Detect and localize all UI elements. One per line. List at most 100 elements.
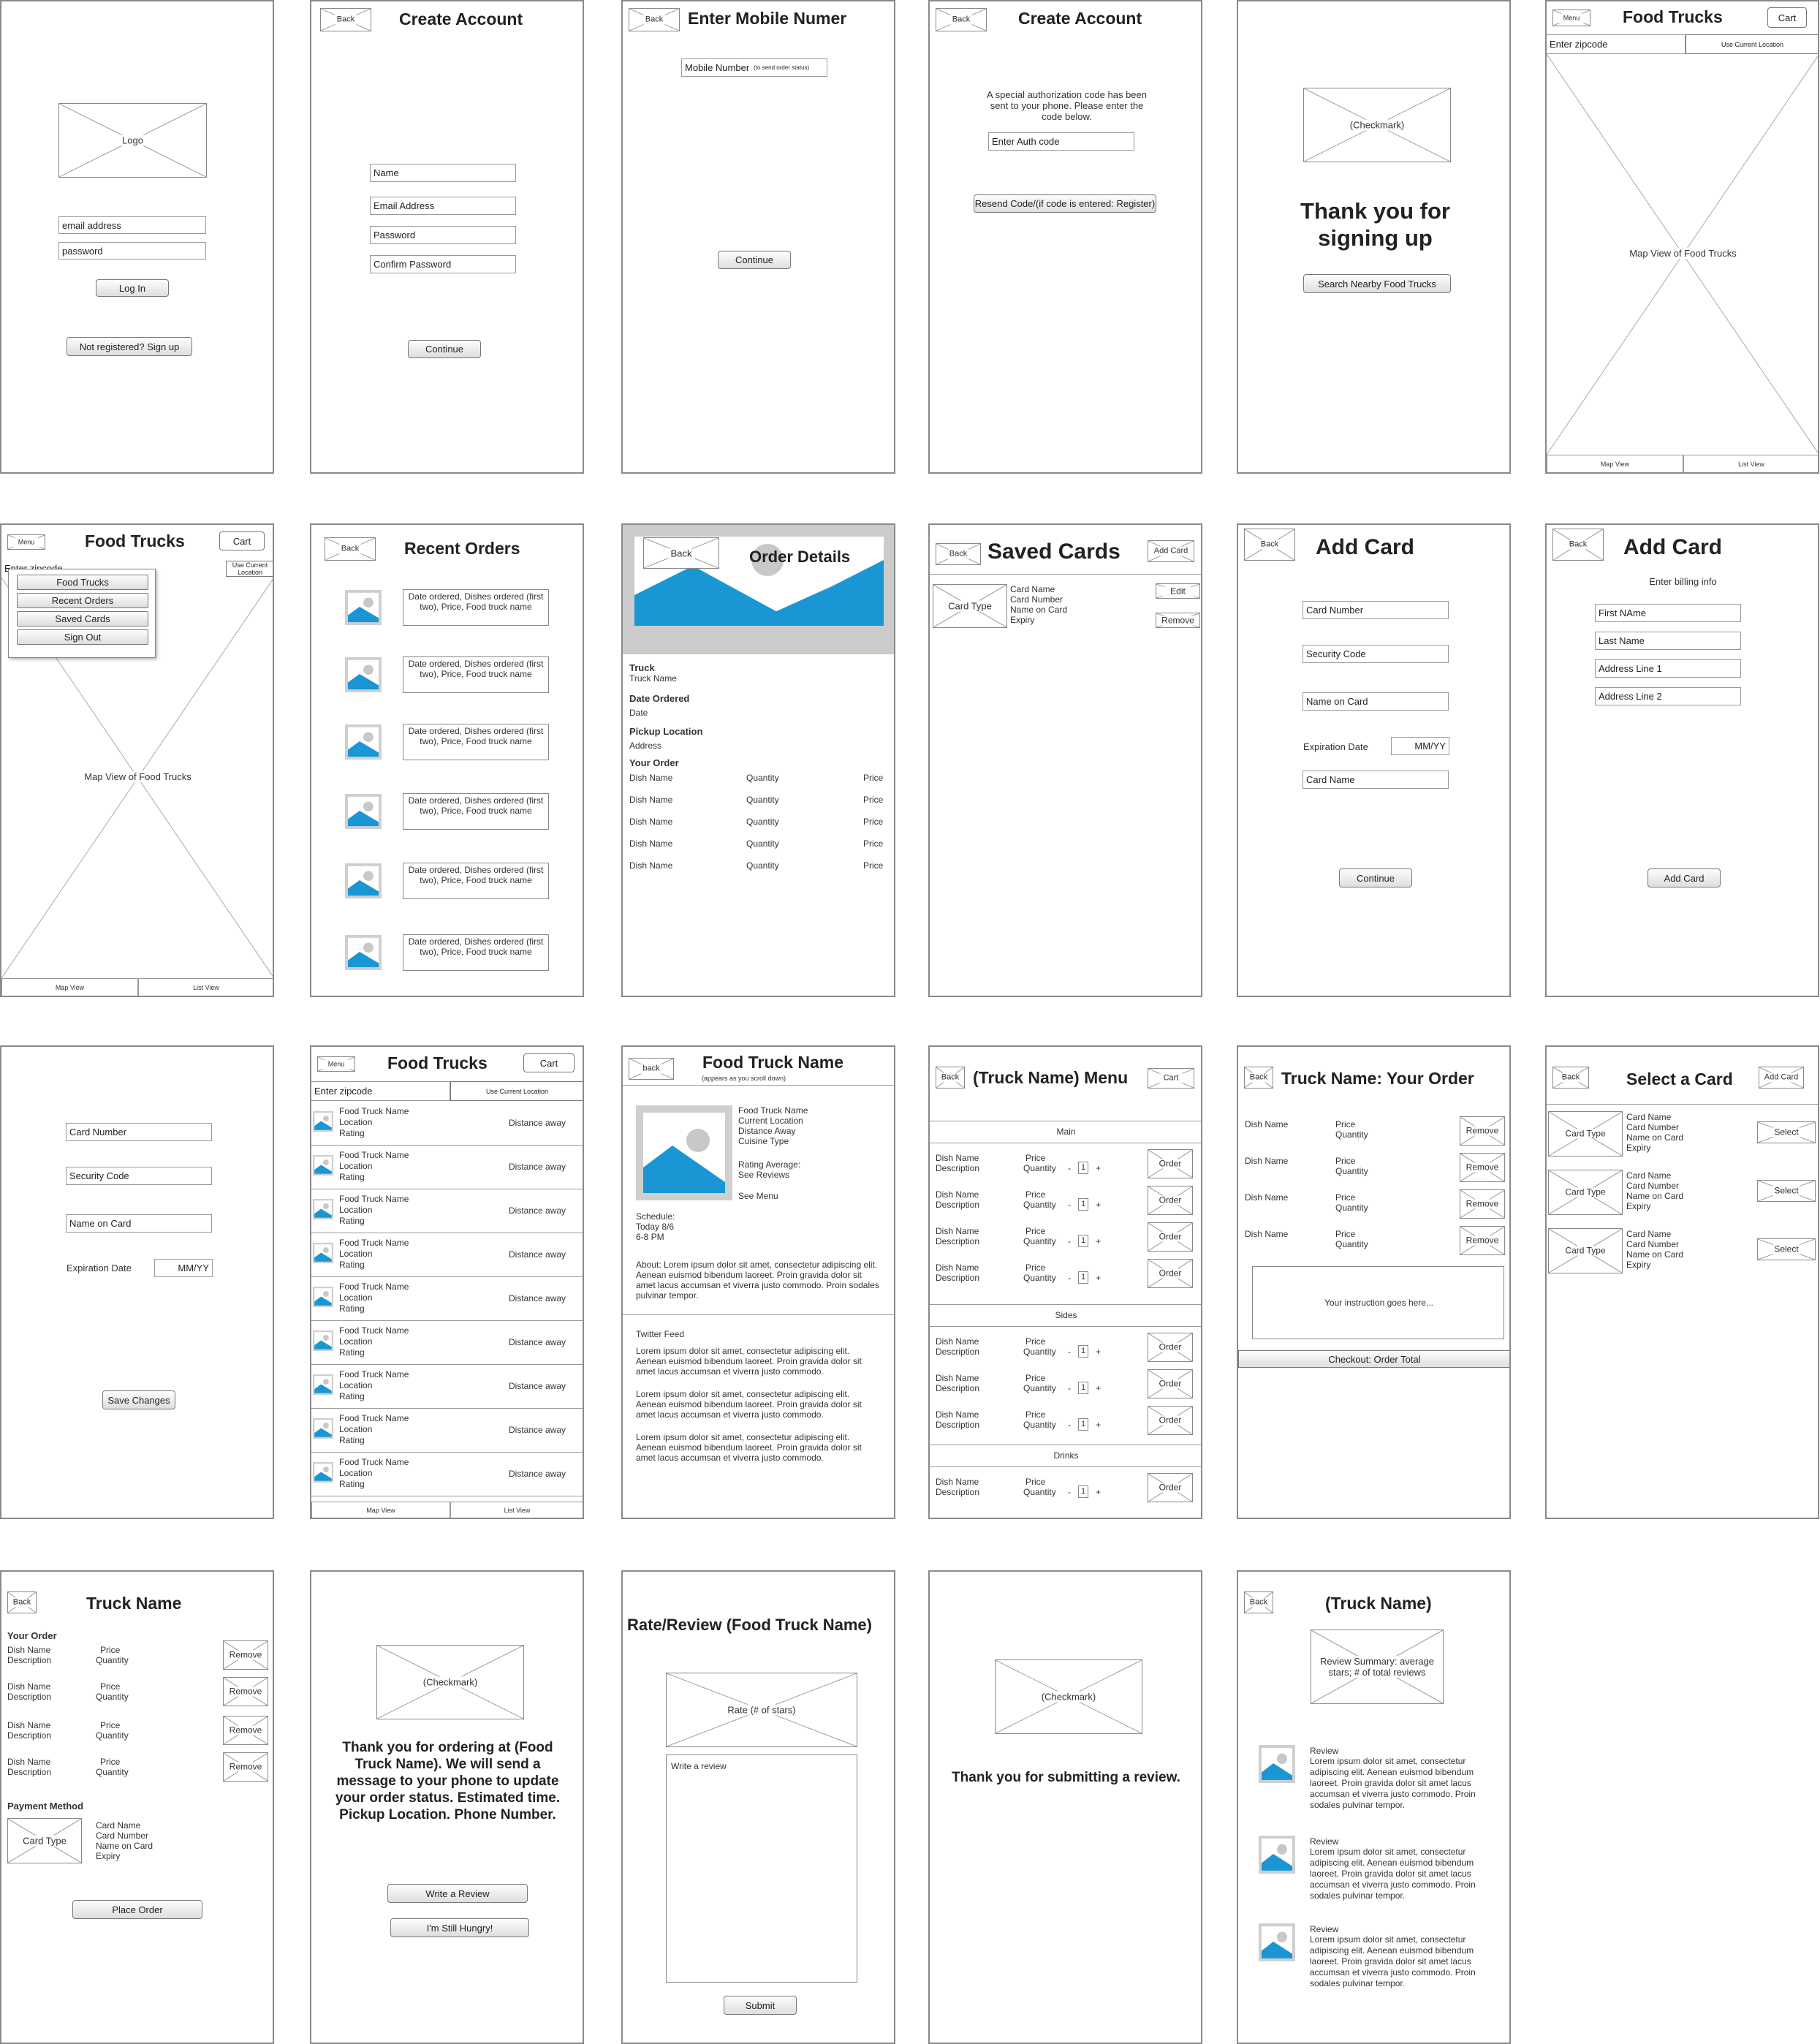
login-button[interactable]: Log In <box>96 279 169 297</box>
remove-button[interactable]: Remove <box>223 1677 268 1706</box>
minus-button[interactable]: - <box>1068 1200 1071 1211</box>
address-line-2-input[interactable]: Address Line 2 <box>1595 687 1741 705</box>
remove-button[interactable]: Remove <box>1460 1226 1505 1255</box>
zipcode-input[interactable]: Enter zipcode <box>1547 34 1686 54</box>
plus-button[interactable]: + <box>1096 1487 1101 1498</box>
quantity-input[interactable]: 1 <box>1078 1382 1088 1394</box>
tab-list-view[interactable]: List View <box>138 978 273 996</box>
plus-button[interactable]: + <box>1096 1273 1101 1284</box>
back-button[interactable]: Back <box>936 543 981 565</box>
order-button[interactable]: Order <box>1148 1186 1193 1215</box>
see-reviews-link[interactable]: See Reviews <box>738 1170 789 1181</box>
continue-button[interactable]: Continue <box>1339 868 1412 887</box>
last-name-input[interactable]: Last Name <box>1595 632 1741 650</box>
email-input[interactable]: email address <box>58 216 206 234</box>
edit-card-button[interactable]: Edit <box>1156 583 1200 599</box>
order-button[interactable]: Order <box>1148 1369 1193 1398</box>
back-button[interactable]: back <box>629 1058 674 1080</box>
menu-button[interactable]: Menu <box>1552 10 1590 26</box>
confirm-password-input[interactable]: Confirm Password <box>370 255 516 273</box>
cart-button[interactable]: Cart <box>219 531 265 550</box>
truck-item[interactable]: Food Truck Name Location Rating <box>339 1325 409 1358</box>
use-location-button[interactable]: Use Current Location <box>450 1081 583 1101</box>
truck-item[interactable]: Food Truck Name Location Rating <box>339 1238 409 1271</box>
back-button[interactable]: Back <box>1244 529 1295 561</box>
truck-item[interactable]: Food Truck Name Location Rating <box>339 1150 409 1183</box>
back-button[interactable]: Back <box>320 8 371 31</box>
minus-button[interactable]: - <box>1068 1236 1071 1247</box>
quantity-input[interactable]: 1 <box>1078 1162 1088 1174</box>
order-button[interactable]: Order <box>1148 1333 1193 1362</box>
add-card-button[interactable]: Add Card <box>1148 540 1194 562</box>
security-code-input[interactable]: Security Code <box>1303 645 1449 663</box>
minus-button[interactable]: - <box>1068 1163 1071 1174</box>
minus-button[interactable]: - <box>1068 1487 1071 1498</box>
back-button[interactable]: Back <box>1552 529 1604 561</box>
back-button[interactable]: Back <box>1244 1067 1273 1089</box>
truck-item[interactable]: Food Truck Name Location Rating <box>339 1413 409 1446</box>
quantity-input[interactable]: 1 <box>1078 1271 1088 1284</box>
plus-button[interactable]: + <box>1096 1236 1101 1247</box>
remove-button[interactable]: Remove <box>223 1640 268 1670</box>
name-on-card-input[interactable]: Name on Card <box>66 1214 212 1233</box>
card-type-image[interactable]: Card Type <box>1548 1170 1623 1215</box>
expiration-input[interactable]: MM/YY <box>154 1259 213 1277</box>
minus-button[interactable]: - <box>1068 1420 1071 1431</box>
map-view[interactable]: Map View of Food Trucks <box>1547 54 1818 455</box>
cart-button[interactable]: Cart <box>1767 7 1807 28</box>
quantity-input[interactable]: 1 <box>1078 1345 1088 1358</box>
save-changes-button[interactable]: Save Changes <box>102 1390 175 1409</box>
tab-map-view[interactable]: Map View <box>311 1502 450 1518</box>
mobile-number-input[interactable]: Mobile Number (to send order status) <box>681 58 827 77</box>
remove-button[interactable]: Remove <box>1460 1116 1505 1146</box>
instructions-input[interactable]: Your instruction goes here... <box>1252 1266 1504 1339</box>
menu-button[interactable]: Menu <box>317 1056 355 1072</box>
menu-item-food-trucks[interactable]: Food Trucks <box>17 575 148 590</box>
expiration-input[interactable]: MM/YY <box>1391 737 1449 755</box>
back-button[interactable]: Back <box>936 1067 965 1089</box>
order-summary[interactable]: Date ordered, Dishes ordered (first two)… <box>403 863 549 899</box>
password-input[interactable]: Password <box>370 226 516 244</box>
use-location-button[interactable]: Use Current Location <box>1686 34 1818 54</box>
select-card-button[interactable]: Select <box>1757 1180 1816 1202</box>
card-type-image[interactable]: Card Type <box>1548 1228 1623 1273</box>
add-card-button[interactable]: Add Card <box>1648 868 1721 887</box>
remove-button[interactable]: Remove <box>223 1716 268 1745</box>
order-button[interactable]: Order <box>1148 1222 1193 1252</box>
card-name-input[interactable]: Card Name <box>1303 771 1449 789</box>
tab-list-view[interactable]: List View <box>1683 455 1818 472</box>
minus-button[interactable]: - <box>1068 1383 1071 1394</box>
back-button[interactable]: Back <box>629 8 680 31</box>
card-number-input[interactable]: Card Number <box>66 1123 212 1141</box>
quantity-input[interactable]: 1 <box>1078 1418 1088 1431</box>
zipcode-input[interactable]: Enter zipcode <box>311 1081 450 1101</box>
truck-item[interactable]: Food Truck Name Location Rating <box>339 1369 409 1402</box>
menu-button[interactable]: Menu <box>7 534 45 550</box>
place-order-button[interactable]: Place Order <box>72 1900 202 1919</box>
order-summary[interactable]: Date ordered, Dishes ordered (first two)… <box>403 793 549 830</box>
quantity-input[interactable]: 1 <box>1078 1235 1088 1247</box>
back-button[interactable]: Back <box>325 537 376 561</box>
truck-item[interactable]: Food Truck Name Location Rating <box>339 1194 409 1227</box>
quantity-input[interactable]: 1 <box>1078 1485 1088 1498</box>
back-button[interactable]: Back <box>936 8 987 31</box>
search-nearby-button[interactable]: Search Nearby Food Trucks <box>1303 274 1451 293</box>
continue-button[interactable]: Continue <box>718 251 791 269</box>
use-location-button[interactable]: Use Current Location <box>226 561 273 577</box>
add-card-button[interactable]: Add Card <box>1759 1067 1804 1089</box>
order-summary[interactable]: Date ordered, Dishes ordered (first two)… <box>403 656 549 693</box>
select-card-button[interactable]: Select <box>1757 1238 1816 1260</box>
cart-button[interactable]: Cart <box>1148 1068 1194 1089</box>
signup-button[interactable]: Not registered? Sign up <box>67 337 192 356</box>
tab-map-view[interactable]: Map View <box>1547 455 1683 472</box>
continue-button[interactable]: Continue <box>408 340 481 358</box>
remove-card-button[interactable]: Remove <box>1156 613 1200 628</box>
card-type-image[interactable]: Card Type <box>1548 1111 1623 1157</box>
tab-list-view[interactable]: List View <box>450 1502 583 1518</box>
truck-item[interactable]: Food Truck Name Location Rating <box>339 1457 409 1490</box>
plus-button[interactable]: + <box>1096 1163 1101 1174</box>
order-button[interactable]: Order <box>1148 1149 1193 1178</box>
order-button[interactable]: Order <box>1148 1406 1193 1435</box>
review-textarea[interactable]: Write a review <box>666 1755 857 1983</box>
truck-item[interactable]: Food Truck Name Location Rating <box>339 1106 409 1139</box>
